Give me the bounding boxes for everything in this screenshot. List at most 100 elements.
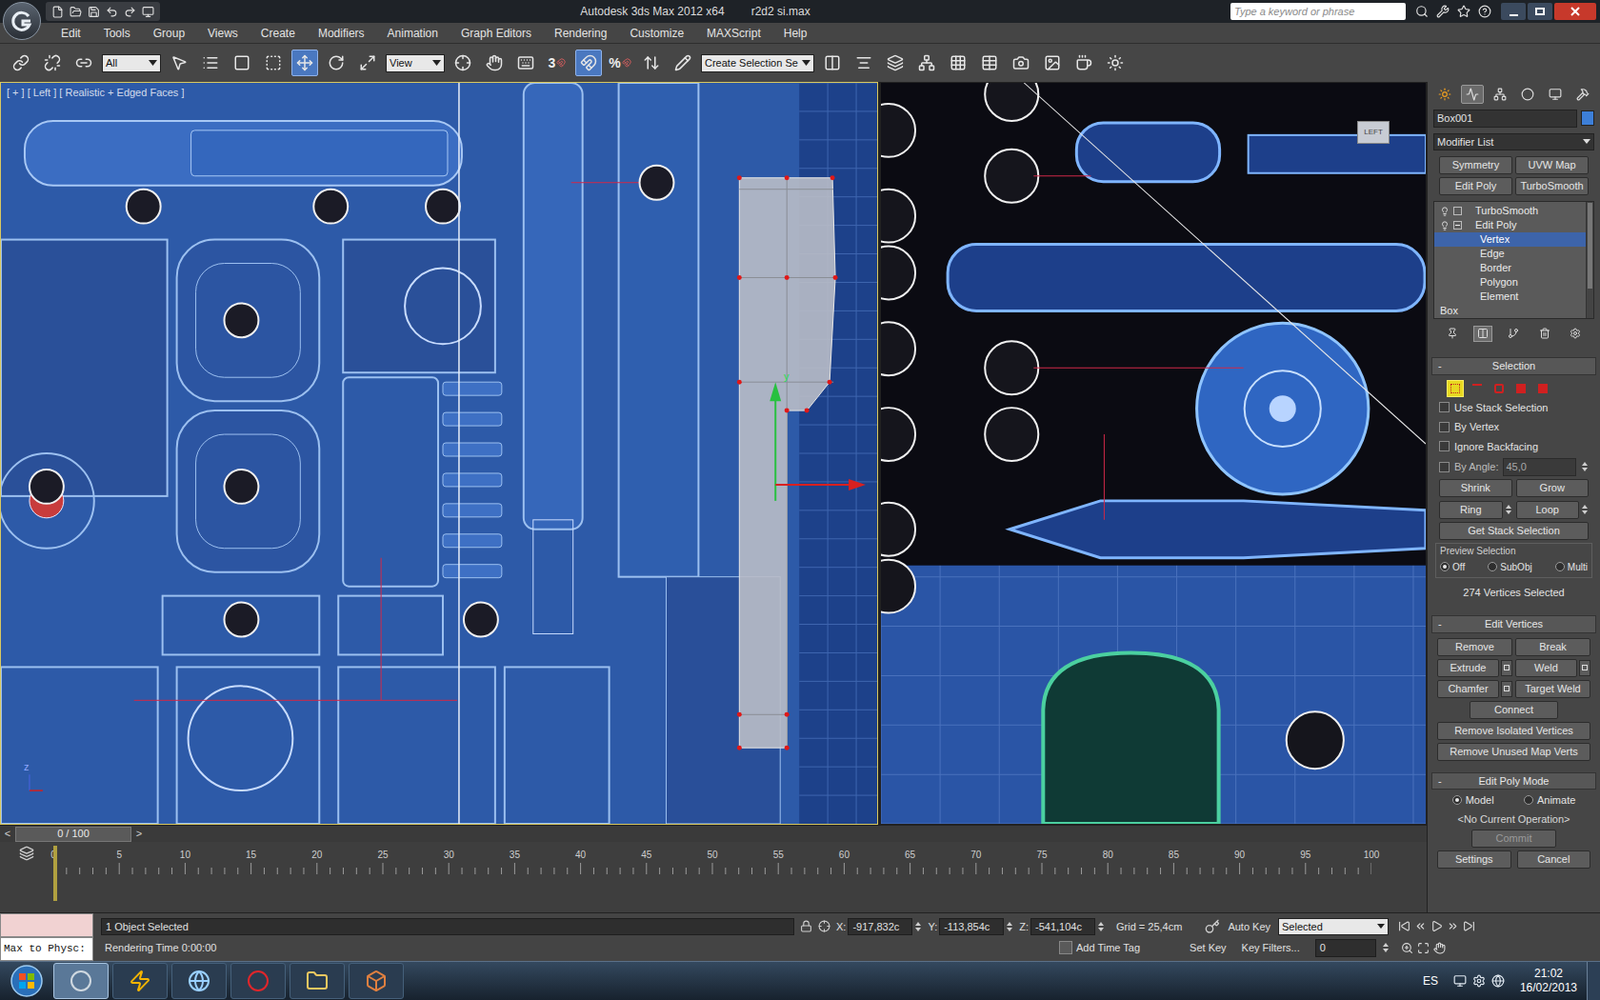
menu-item[interactable]: Edit	[49, 24, 93, 42]
subobject-button[interactable]	[1468, 380, 1486, 398]
by-angle-row[interactable]: By Angle:45,0	[1439, 458, 1589, 477]
panel-tab[interactable]	[1488, 84, 1512, 104]
toolbar-dropdown[interactable]: Create Selection Se	[700, 54, 815, 73]
radio-button[interactable]	[1440, 561, 1450, 572]
toolbar-button[interactable]	[449, 49, 477, 77]
panel-tab[interactable]	[1460, 84, 1484, 104]
frame-counter[interactable]: 0 / 100	[15, 826, 132, 842]
toolbar-button[interactable]	[70, 49, 98, 77]
loop-button[interactable]: Loop	[1516, 500, 1580, 520]
menu-item[interactable]: Modifiers	[306, 24, 377, 42]
quick-access-icon[interactable]	[51, 5, 64, 19]
ring-button[interactable]: Ring	[1439, 500, 1503, 520]
stack-item[interactable]: Edit Poly	[1434, 218, 1586, 233]
panel-tab[interactable]	[1516, 84, 1540, 104]
coordinate-field[interactable]: X:-917,832c	[836, 918, 922, 937]
navigation-icon[interactable]	[1433, 941, 1446, 955]
stack-tool-button[interactable]	[1503, 325, 1523, 342]
time-slider-thumb[interactable]: <0 / 100>	[1, 825, 145, 842]
settings-box[interactable]	[1500, 680, 1513, 698]
checkbox-row[interactable]: Use Stack Selection	[1439, 400, 1589, 417]
stack-item[interactable]: Element	[1434, 289, 1586, 304]
expand-toggle[interactable]	[1453, 206, 1462, 216]
edit-vertices-button[interactable]: Chamfer	[1437, 680, 1500, 699]
checkbox-row[interactable]: Ignore Backfacing	[1439, 439, 1589, 456]
grow-button[interactable]: Grow	[1516, 479, 1590, 498]
stack-item[interactable]: Box	[1434, 303, 1586, 319]
angle-field[interactable]: 45,0	[1502, 458, 1577, 477]
toolbar-button[interactable]	[291, 49, 319, 77]
viewcube[interactable]: LEFT	[1357, 120, 1390, 144]
stack-item[interactable]: Vertex	[1434, 232, 1586, 247]
taskbar-app[interactable]	[348, 962, 404, 1000]
spinner-arrows-icon[interactable]	[1580, 502, 1589, 517]
checkbox[interactable]	[1439, 440, 1450, 452]
time-slider[interactable]: <0 / 100>	[0, 824, 1427, 842]
checkbox-row[interactable]: By Vertex	[1439, 419, 1589, 436]
clock[interactable]: 21:0216/02/2013	[1510, 966, 1587, 996]
menu-item[interactable]: Customize	[618, 24, 696, 42]
auto-key-button[interactable]: Auto Key	[1225, 919, 1273, 936]
toolbar-button[interactable]	[944, 49, 972, 77]
spinner-arrows-icon[interactable]	[1580, 460, 1589, 474]
subobject-button[interactable]	[1512, 380, 1530, 398]
viewport-label[interactable]: [ + ] [ Left ] [ Realistic + Edged Faces…	[6, 84, 184, 101]
menu-item[interactable]: Tools	[92, 24, 142, 42]
application-button[interactable]	[2, 1, 41, 40]
mode-option[interactable]: Animate	[1523, 792, 1576, 809]
quick-access-icon[interactable]	[105, 5, 119, 19]
modifier-on-icon[interactable]	[1440, 206, 1450, 217]
key-filters-button[interactable]: Key Filters...	[1232, 940, 1310, 957]
spinner-arrows-icon[interactable]	[1097, 920, 1105, 934]
tray-icon[interactable]	[1472, 974, 1486, 988]
coordinate-field[interactable]: Z:-541,104c	[1019, 918, 1105, 937]
toolbar-button[interactable]	[512, 49, 540, 77]
snap-toggle[interactable]: %	[606, 49, 634, 77]
toolbar-button[interactable]	[881, 49, 909, 77]
stack-item[interactable]: TurboSmooth	[1434, 203, 1586, 219]
shrink-button[interactable]: Shrink	[1439, 479, 1513, 498]
checkbox[interactable]	[1439, 401, 1450, 413]
toolbar-button[interactable]	[976, 49, 1003, 77]
curve-editor-icon[interactable]	[19, 845, 35, 861]
modifier-list-dropdown[interactable]: Modifier List	[1433, 133, 1595, 152]
menu-item[interactable]: Help	[772, 24, 820, 42]
infocenter-icon[interactable]	[1457, 4, 1471, 19]
object-name-field[interactable]: Box001	[1433, 109, 1578, 128]
taskbar-app[interactable]	[112, 962, 168, 1000]
quick-access-icon[interactable]	[87, 5, 100, 19]
stack-item[interactable]: Polygon	[1434, 275, 1586, 290]
snap-toggle[interactable]: 3	[543, 49, 571, 77]
modifier-on-icon[interactable]	[1440, 220, 1450, 231]
infocenter-icon[interactable]	[1415, 4, 1429, 19]
menu-item[interactable]: Group	[141, 24, 197, 42]
toolbar-button[interactable]	[39, 49, 66, 77]
edit-vertices-button[interactable]: Connect	[1469, 700, 1559, 720]
mode-option[interactable]: Model	[1452, 792, 1495, 809]
spinner-arrows-icon[interactable]	[914, 920, 922, 934]
edit-vertices-button[interactable]: Remove Unused Map Verts	[1437, 742, 1591, 761]
panel-tab[interactable]	[1571, 84, 1595, 104]
preview-option[interactable]: SubObj	[1487, 560, 1532, 575]
toolbar-button[interactable]	[1070, 49, 1098, 77]
rollout-header[interactable]: -Edit Poly Mode	[1431, 772, 1597, 791]
tray-icon[interactable]	[1453, 974, 1467, 988]
toolbar-button[interactable]	[228, 49, 256, 77]
quick-access-icon[interactable]	[69, 5, 82, 19]
playback-icon[interactable]	[1398, 920, 1411, 933]
current-frame-field[interactable]: 0	[1315, 939, 1377, 958]
stack-item[interactable]: Edge	[1434, 246, 1586, 261]
checkbox[interactable]	[1439, 421, 1450, 433]
object-color-swatch[interactable]	[1580, 110, 1595, 126]
taskbar-app[interactable]	[230, 962, 286, 1000]
playback-icon[interactable]	[1414, 920, 1427, 933]
panel-tab[interactable]	[1543, 84, 1567, 104]
rollout-toggle[interactable]: -	[1438, 773, 1448, 790]
close-button[interactable]	[1554, 2, 1597, 20]
menu-item[interactable]: Create	[249, 24, 307, 42]
maximize-button[interactable]	[1527, 2, 1553, 20]
taskbar-app[interactable]	[289, 962, 345, 1000]
mini-listener[interactable]: Max to Physc:	[0, 913, 94, 961]
minimize-button[interactable]	[1500, 2, 1526, 20]
search-field[interactable]: Type a keyword or phrase	[1230, 2, 1406, 20]
